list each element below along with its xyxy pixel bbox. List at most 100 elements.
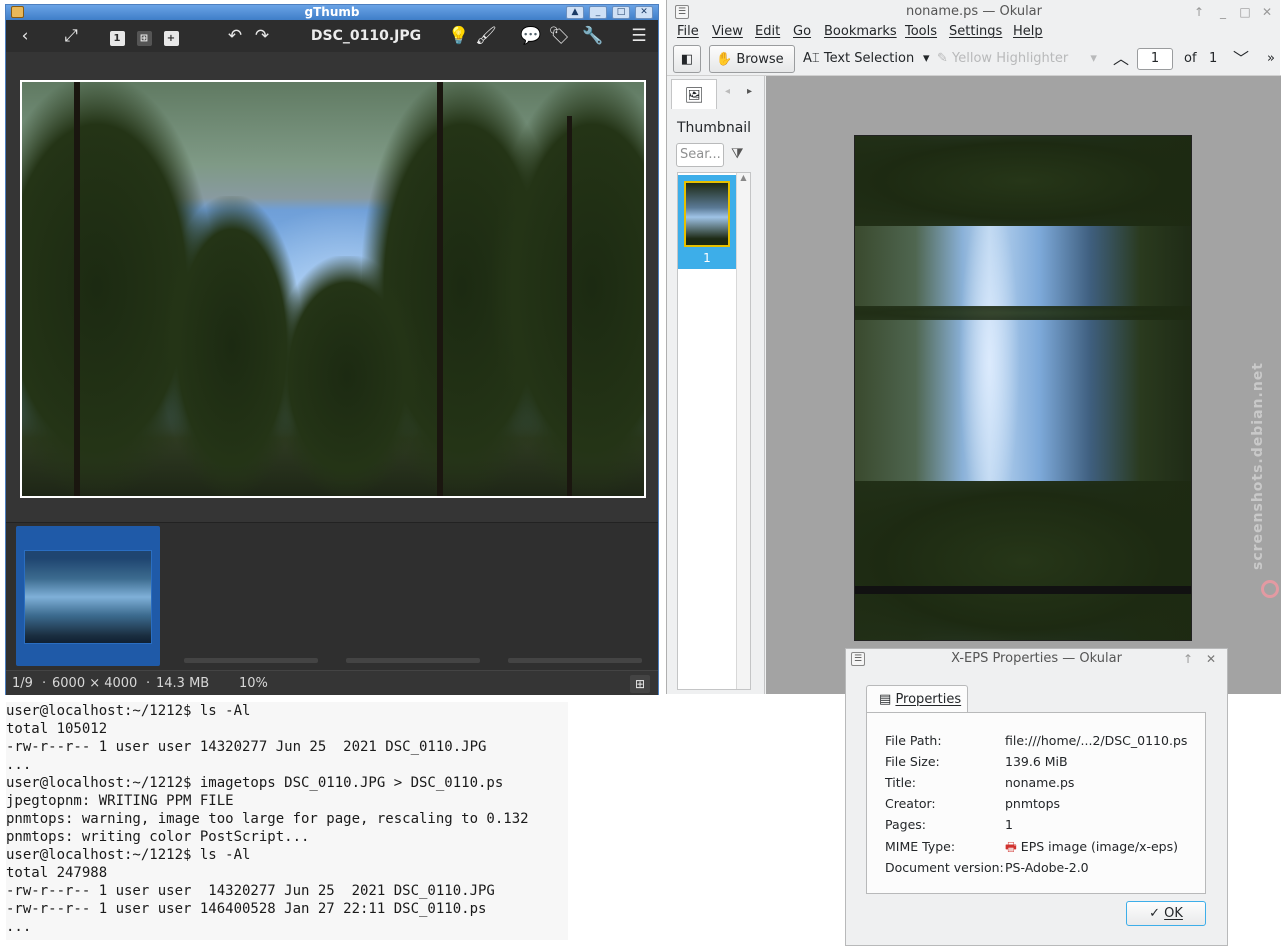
keep-above-icon[interactable]: ▲ [566,6,584,19]
hamburger-menu-icon[interactable]: ☰ [626,24,652,48]
terminal-line: user@localhost:~/1212$ ls -Al [6,703,251,719]
filmstrip-thumbnail[interactable] [508,658,642,663]
annotation-dropdown-arrow[interactable]: ▾ [923,45,930,73]
lightbulb-icon[interactable]: 💡 [446,24,472,48]
terminal-line: total 105012 [6,721,108,737]
view-grid-icon[interactable]: ⊞ [131,24,157,48]
next-page-icon[interactable]: ﹀ [1233,45,1249,73]
title-label: Title: [885,775,916,790]
terminal-line: -rw-r--r-- 1 user user 146400528 Jan 27 … [6,901,487,917]
fullscreen-icon[interactable]: ⤢ [58,24,84,48]
comment-icon[interactable]: 💬 [518,24,544,48]
terminal-line: jpegtopnm: WRITING PPM FILE [6,793,234,809]
sidebar-tab-next-icon[interactable]: ▸ [747,86,752,97]
toggle-sidebar-icon[interactable]: ◧ [673,45,701,73]
okular-document-view[interactable] [766,76,1281,694]
highlighter-icon: ✎ [937,51,948,66]
back-icon[interactable]: ‹ [12,24,38,48]
file-size-value: 139.6 MiB [1005,754,1068,769]
watermark-logo-icon [1261,580,1279,598]
pages-label: Pages: [885,817,926,832]
keep-above-icon[interactable]: ↑ [1189,2,1209,22]
terminal-line: -rw-r--r-- 1 user user 14320277 Jun 25 2… [6,739,487,755]
menu-edit[interactable]: Edit [755,22,780,42]
page-number-input[interactable]: 1 [1137,48,1173,70]
checkmark-icon: ✓ [1149,906,1160,921]
thumbnail-page-image [684,181,730,247]
gthumb-filmstrip[interactable] [6,522,658,670]
keep-above-icon[interactable]: ↑ [1183,649,1193,669]
minimize-icon[interactable]: _ [1213,2,1233,22]
sidebar-tab-prev-icon[interactable]: ◂ [725,86,730,97]
highlighter-tool-button[interactable]: ✎ Yellow Highlighter ▾ [937,45,1097,73]
view-add-icon[interactable]: + [158,24,184,48]
grid-view-icon[interactable]: ⊞ [630,675,650,693]
mime-type-label: MIME Type: [885,839,956,854]
eps-image-icon: 🖶 [1005,839,1017,854]
maximize-icon[interactable]: □ [1235,2,1255,22]
browse-tool-button[interactable]: ✋ Browse [709,45,795,73]
terminal-line: pnmtops: warning, image too large for pa… [6,811,529,827]
file-path-value: file:///home/...2/DSC_0110.ps [1005,733,1188,748]
menu-tools[interactable]: Tools [905,22,937,42]
thumbnail-page-1[interactable]: 1 [678,175,736,269]
gthumb-window: gThumb ▲ _ □ ✕ ‹ ⤢ 1 ⊞ + ↶ ↷ DSC_0110.JP… [5,4,659,695]
thumbnail-page-number: 1 [703,251,711,265]
rotate-left-icon[interactable]: ↶ [222,24,248,48]
terminal-line: total 247988 [6,865,108,881]
menu-view[interactable]: View [712,22,743,42]
filmstrip-thumbnail-selected[interactable] [16,526,160,666]
okular-titlebar[interactable]: ☰ noname.ps — Okular ↑ _ □ ✕ [667,2,1281,22]
watermark-text: screenshots.debian.net [1250,360,1274,600]
close-icon[interactable]: ✕ [635,6,653,19]
gthumb-titlebar[interactable]: gThumb ▲ _ □ ✕ [6,5,658,20]
text-selection-tool-button[interactable]: A⌶ Text Selection [803,45,914,73]
rotate-right-icon[interactable]: ↷ [249,24,275,48]
maximize-icon[interactable]: □ [612,6,630,19]
filmstrip-thumbnail[interactable] [346,658,480,663]
creator-label: Creator: [885,796,936,811]
properties-tab[interactable]: ▤ Properties [866,685,968,713]
thumbnail-search-input[interactable]: Sear... [676,143,724,167]
properties-titlebar[interactable]: ☰ X-EPS Properties — Okular ↑ ✕ [846,649,1227,669]
status-position: 1/9 [12,676,33,691]
previous-page-icon[interactable]: ︿ [1113,45,1129,73]
terminal-line: -rw-r--r-- 1 user user 14320277 Jun 25 2… [6,883,495,899]
properties-panel: File Path: file:///home/...2/DSC_0110.ps… [866,712,1206,894]
browse-label: Browse [736,52,784,67]
filmstrip-thumbnail[interactable] [184,658,318,663]
ok-button[interactable]: ✓ OK [1126,901,1206,926]
paintbrush-icon[interactable]: 🖌 [473,24,499,48]
menu-help[interactable]: Help [1013,22,1043,42]
terminal-line: ... [6,919,32,935]
menu-go[interactable]: Go [793,22,811,42]
tag-icon[interactable]: 🏷 [546,24,572,48]
view-single-icon[interactable]: 1 [104,24,130,48]
thumbnail-scrollbar[interactable]: ▲ [736,173,750,689]
close-icon[interactable]: ✕ [1257,2,1277,22]
toolbar-overflow-icon[interactable]: » [1267,45,1275,73]
gthumb-image-viewer[interactable] [6,52,658,522]
gthumb-toolbar: ‹ ⤢ 1 ⊞ + ↶ ↷ DSC_0110.JPG 💡 🖌 💬 🏷 🔧 ☰ [6,20,658,52]
wrench-icon[interactable]: 🔧 [580,24,606,48]
document-version-value: PS-Adobe-2.0 [1005,860,1089,875]
thumbnails-tab-icon[interactable]: 🖼 [671,79,717,109]
gthumb-window-title: gThumb [304,5,360,19]
okular-toolbar: ◧ ✋ Browse A⌶ Text Selection ▾ ✎ Yellow … [667,42,1281,76]
thumbnail-heading: Thumbnail [677,120,752,136]
document-version-label: Document version: [885,860,1004,875]
okular-window: ☰ noname.ps — Okular ↑ _ □ ✕ File View E… [666,0,1281,694]
file-path-label: File Path: [885,733,942,748]
filter-icon[interactable]: ⧩ [731,146,744,162]
minimize-icon[interactable]: _ [589,6,607,19]
thumbnail-list[interactable]: 1 ▲ [677,172,751,690]
properties-window-title: X-EPS Properties — Okular [951,651,1122,666]
mime-type-value: EPS image (image/x-eps) [1020,839,1178,854]
menu-file[interactable]: File [677,22,699,42]
photo-pine-trees-lake [20,80,646,498]
menu-settings[interactable]: Settings [949,22,1002,42]
close-icon[interactable]: ✕ [1206,649,1216,669]
menu-bookmarks[interactable]: Bookmarks [824,22,897,42]
file-size-label: File Size: [885,754,940,769]
ok-label: OK [1164,906,1183,921]
